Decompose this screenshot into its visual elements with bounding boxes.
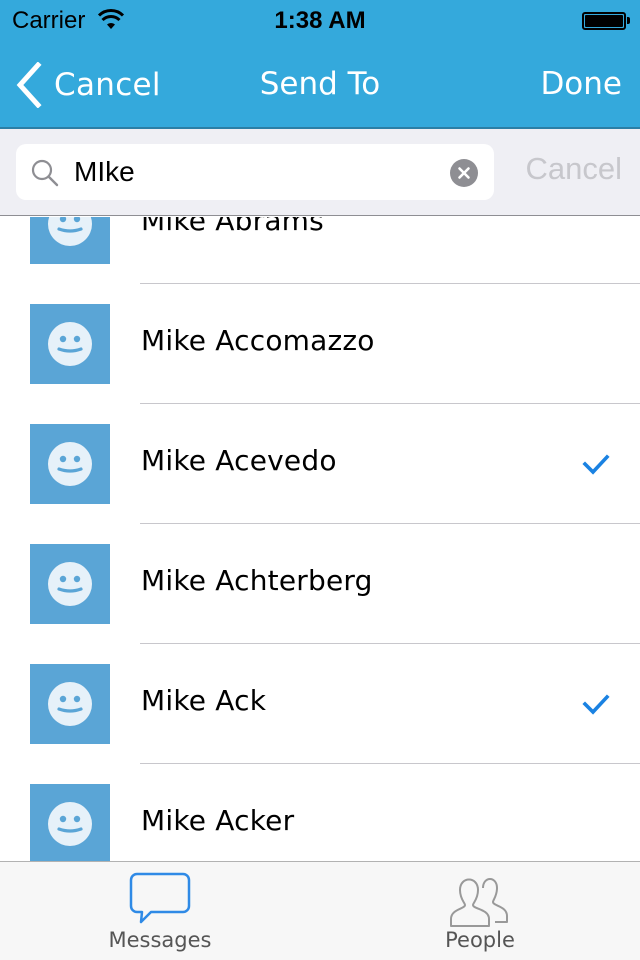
avatar: [30, 304, 110, 384]
battery-tip: [627, 17, 630, 24]
smiley-face-icon: [48, 442, 92, 486]
smiley-face-icon: [48, 322, 92, 366]
done-button[interactable]: Done: [540, 66, 622, 102]
search-field[interactable]: [16, 144, 494, 200]
contact-name: Mike Achterberg: [141, 564, 373, 597]
cancel-label: Cancel: [54, 67, 161, 103]
search-cancel-button[interactable]: Cancel: [526, 151, 623, 187]
tab-messages-label: Messages: [108, 928, 212, 952]
header: Carrier 1:38 AM Cancel Send To Done: [0, 0, 640, 129]
tab-bar: Messages People: [0, 861, 640, 960]
checkmark-icon: [582, 454, 610, 475]
search-icon: [31, 159, 59, 187]
checkmark-icon: [582, 694, 610, 715]
smiley-face-icon: [48, 217, 92, 246]
search-bar: Cancel: [0, 129, 640, 216]
search-input[interactable]: [74, 154, 444, 190]
contact-name: Mike Abrams: [141, 217, 324, 237]
contact-row[interactable]: Mike Achterberg: [0, 524, 640, 644]
status-time: 1:38 AM: [274, 7, 366, 34]
contact-list[interactable]: Mike Abrams Mike Accomazzo Mike Acevedo Mik…: [0, 217, 640, 861]
avatar: [30, 784, 110, 861]
contact-row[interactable]: Mike Acevedo: [0, 404, 640, 524]
contact-row[interactable]: Mike Ack: [0, 644, 640, 764]
contact-row[interactable]: Mike Abrams: [0, 217, 640, 284]
smiley-face-icon: [48, 562, 92, 606]
status-bar: Carrier 1:38 AM: [0, 0, 640, 40]
contact-row[interactable]: Mike Acker: [0, 764, 640, 861]
speech-bubble-icon: [129, 872, 191, 924]
tab-people[interactable]: People: [320, 862, 640, 960]
tab-messages[interactable]: Messages: [0, 862, 320, 960]
avatar: [30, 424, 110, 504]
battery-icon: [582, 12, 626, 30]
contact-name: Mike Accomazzo: [141, 324, 375, 357]
close-icon: [458, 167, 470, 179]
contact-name: Mike Acker: [141, 804, 295, 837]
smiley-face-icon: [48, 682, 92, 726]
chevron-left-icon: [16, 62, 42, 108]
cancel-back-button[interactable]: Cancel: [14, 62, 161, 108]
contact-list-content: Mike Abrams Mike Accomazzo Mike Acevedo Mik…: [0, 217, 640, 861]
smiley-face-icon: [48, 802, 92, 846]
contact-row[interactable]: Mike Accomazzo: [0, 284, 640, 404]
contact-name: Mike Ack: [141, 684, 267, 717]
avatar: [30, 217, 110, 264]
contact-name: Mike Acevedo: [141, 444, 337, 477]
tab-people-label: People: [445, 928, 515, 952]
clear-search-button[interactable]: [450, 159, 478, 187]
avatar: [30, 544, 110, 624]
navigation-bar: Cancel Send To Done: [0, 40, 640, 128]
people-icon: [450, 878, 508, 927]
avatar: [30, 664, 110, 744]
